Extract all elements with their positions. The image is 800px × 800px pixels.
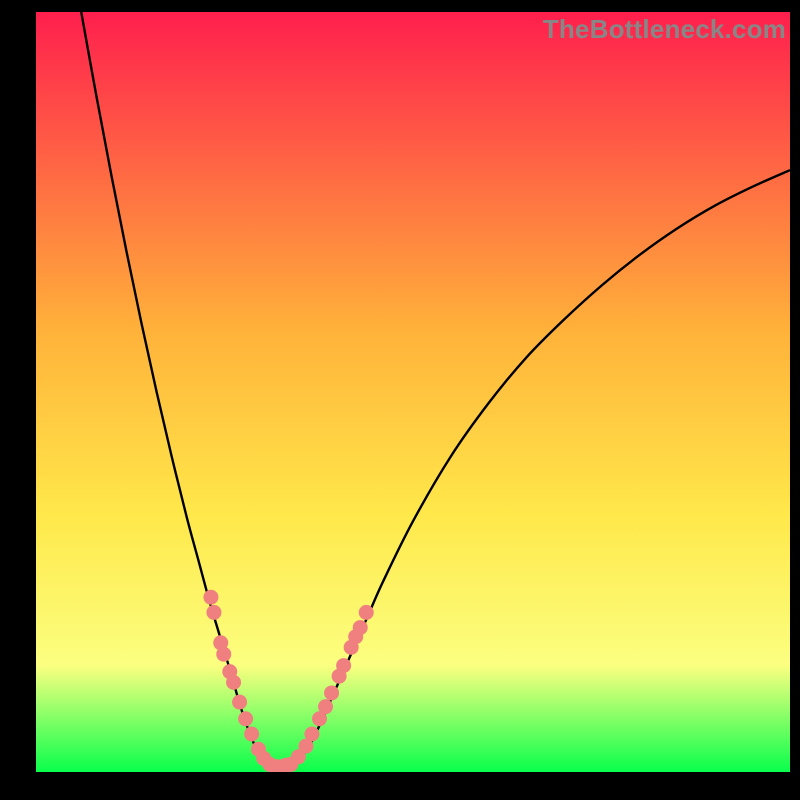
frame-right (790, 0, 800, 800)
data-dot (226, 675, 241, 690)
data-dot (318, 699, 333, 714)
watermark-text: TheBottleneck.com (543, 14, 786, 45)
data-dot (336, 658, 351, 673)
gradient-background (36, 12, 790, 772)
data-dot (216, 647, 231, 662)
data-dot (238, 711, 253, 726)
frame-top (0, 0, 800, 12)
data-dot (324, 685, 339, 700)
data-dot (206, 605, 221, 620)
data-dot (304, 727, 319, 742)
frame-bottom (0, 772, 800, 800)
data-dot (244, 727, 259, 742)
data-dot (203, 590, 218, 605)
data-dot (232, 695, 247, 710)
frame-left (0, 0, 36, 800)
bottleneck-chart (36, 12, 790, 772)
data-dot (359, 605, 374, 620)
data-dot (353, 620, 368, 635)
